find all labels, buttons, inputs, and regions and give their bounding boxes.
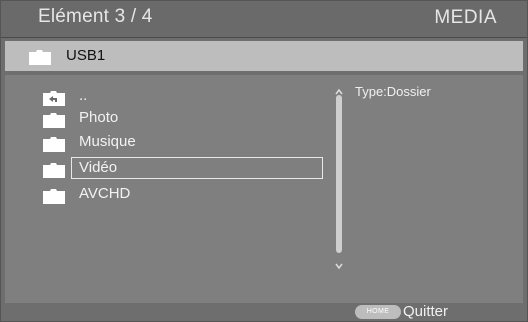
folder-icon bbox=[29, 49, 51, 70]
scrollbar-track[interactable] bbox=[336, 95, 342, 253]
media-label: MEDIA bbox=[434, 7, 497, 28]
folder-icon bbox=[43, 136, 65, 156]
path-label: USB1 bbox=[66, 47, 106, 64]
footer-bar: HOME Quitter bbox=[5, 303, 523, 320]
list-item-label: Vidéo bbox=[79, 159, 118, 176]
folder-icon bbox=[43, 188, 65, 208]
list-item-musique[interactable]: Musique bbox=[35, 131, 325, 153]
list-item-label: AVCHD bbox=[79, 185, 131, 202]
list-item-label: Musique bbox=[79, 133, 136, 150]
scrollbar[interactable] bbox=[335, 83, 343, 270]
scroll-down-icon[interactable] bbox=[335, 257, 343, 270]
header-bar: Elément 3 / 4 MEDIA bbox=[1, 1, 527, 38]
list-item-label: Photo bbox=[79, 109, 119, 126]
folder-icon bbox=[43, 112, 65, 132]
browser-panel: .. Photo Musique Vidéo AVCHD Type:Dossie… bbox=[5, 75, 523, 303]
media-screen: Elément 3 / 4 MEDIA USB1 .. Photo Musiqu… bbox=[0, 0, 528, 322]
list-item-label: .. bbox=[79, 87, 88, 104]
item-type-info: Type:Dossier bbox=[355, 84, 431, 99]
path-bar: USB1 bbox=[5, 41, 523, 71]
list-item-photo[interactable]: Photo bbox=[35, 107, 325, 129]
list-item-parent[interactable]: .. bbox=[35, 85, 325, 107]
folder-icon bbox=[43, 162, 65, 182]
scroll-up-icon[interactable] bbox=[335, 83, 343, 95]
list-item-avchd[interactable]: AVCHD bbox=[35, 183, 325, 205]
quit-label: Quitter bbox=[403, 303, 449, 320]
element-counter: Elément 3 / 4 bbox=[38, 6, 153, 27]
list-item-video[interactable]: Vidéo bbox=[35, 157, 325, 179]
home-button[interactable]: HOME bbox=[355, 305, 401, 319]
